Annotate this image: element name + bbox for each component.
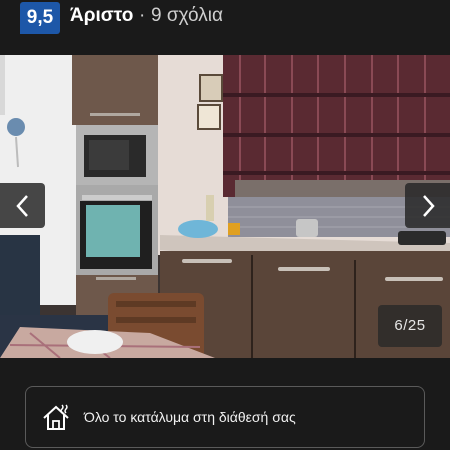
- photo-counter: 6/25: [378, 305, 442, 347]
- amenity-label: Όλο το κατάλυμα στη διάθεσή σας: [84, 409, 296, 425]
- photo-gallery[interactable]: 6/25: [0, 55, 450, 358]
- rating-separator: ·: [139, 5, 146, 26]
- house-with-heat-icon: [43, 404, 69, 430]
- reviews-link[interactable]: 9 σχόλια: [151, 5, 223, 27]
- rating-label: Άριστο: [70, 5, 134, 26]
- previous-photo-button[interactable]: [0, 183, 45, 228]
- chevron-left-icon: [15, 194, 28, 217]
- review-score-badge: 9,5: [20, 2, 60, 34]
- next-photo-button[interactable]: [405, 183, 450, 228]
- rating-bar: 9,5 Άριστο · 9 σχόλια: [0, 0, 450, 36]
- chevron-right-icon: [422, 194, 435, 217]
- amenity-card-entire-place: Όλο το κατάλυμα στη διάθεσή σας: [25, 386, 425, 448]
